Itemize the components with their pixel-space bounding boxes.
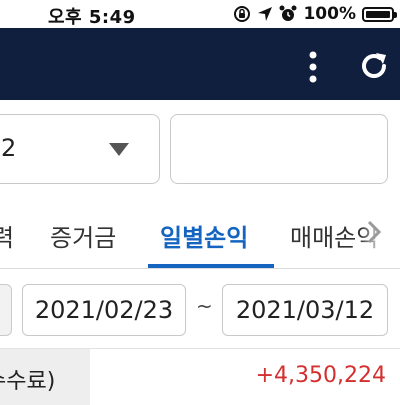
account-select[interactable]: 2: [0, 114, 160, 184]
screen-rotation-lock-icon: [234, 6, 251, 22]
more-vertical-icon[interactable]: [306, 50, 320, 84]
tab-bar: 력 증거금 일별손익 매매손익: [0, 200, 400, 270]
summary-row: 수수료) +4,350,224: [0, 348, 400, 405]
status-icons: 100%: [233, 4, 397, 24]
end-date-field[interactable]: 2021/03/12: [222, 284, 388, 336]
tab-history[interactable]: 력: [0, 218, 14, 253]
summary-label-cell: 수수료): [0, 349, 90, 405]
tab-daily-pnl[interactable]: 일별손익: [160, 218, 248, 253]
battery-icon: [362, 6, 397, 22]
summary-value: +4,350,224: [255, 363, 386, 388]
battery-percent: 100%: [303, 4, 356, 24]
tab-margin[interactable]: 증거금: [50, 218, 116, 253]
status-bar: 오후 5:49 100%: [0, 0, 400, 28]
app-bar: [0, 28, 400, 100]
alarm-icon: [279, 5, 297, 21]
tab-divider: [0, 268, 400, 269]
period-button[interactable]: [0, 284, 12, 336]
status-time: 오후 5:49: [48, 7, 136, 28]
battery-fill: [366, 10, 390, 18]
summary-label: 수수료): [0, 369, 56, 394]
location-arrow-icon: [258, 7, 273, 21]
date-separator: ~: [196, 294, 213, 318]
account-select-value: 2: [1, 134, 17, 162]
start-date-field[interactable]: 2021/02/23: [22, 284, 186, 336]
account-name-field[interactable]: [170, 114, 388, 184]
chevron-right-icon[interactable]: [366, 220, 382, 244]
refresh-icon[interactable]: [356, 48, 392, 84]
dropdown-arrow-icon: [109, 143, 129, 156]
